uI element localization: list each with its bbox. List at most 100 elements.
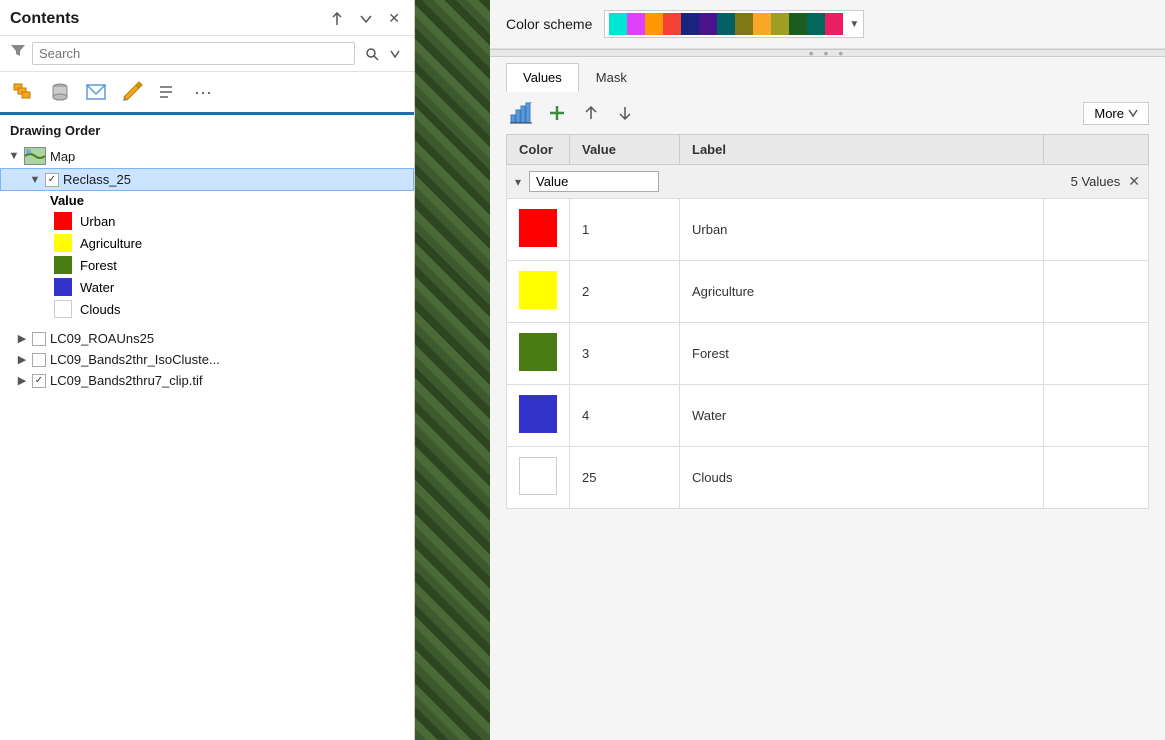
label-cell-3: Forest [680, 323, 1044, 385]
table-row: 2 Agriculture [507, 261, 1149, 323]
swatch-4 [681, 13, 699, 35]
close-filter-btn[interactable]: ✕ [1128, 173, 1140, 190]
divider-bar: • • • [490, 49, 1165, 57]
map-area [415, 0, 490, 740]
more-dots-btn[interactable]: ··· [194, 82, 212, 103]
contents-panel: Contents ✕ [0, 0, 415, 740]
swatch-1 [627, 13, 645, 35]
map-label: Map [50, 149, 75, 164]
legend-color-urban [54, 212, 72, 230]
move-up-icon-btn[interactable] [578, 102, 604, 124]
value-filter-input[interactable] [529, 171, 659, 192]
tree-item-lc09-bands2thru7[interactable]: ▶ ✓ LC09_Bands2thru7_clip.tif [0, 370, 414, 391]
search-bar [0, 36, 414, 72]
tab-mask[interactable]: Mask [579, 63, 644, 92]
extra-cell-2 [1044, 261, 1149, 323]
filter2-icon[interactable] [82, 78, 110, 106]
color-cell-2[interactable] [507, 261, 570, 323]
color-scheme-dropdown-arrow: ▼ [849, 19, 859, 30]
col-extra [1044, 135, 1149, 165]
legend-item-urban: Urban [50, 210, 414, 232]
legend-label-agriculture: Agriculture [80, 236, 142, 251]
color-scheme-bar: Color scheme ▼ [490, 0, 1165, 49]
swatch-9 [771, 13, 789, 35]
legend-label-clouds: Clouds [80, 302, 120, 317]
move-down-icon-btn[interactable] [612, 102, 638, 124]
legend-color-clouds [54, 300, 72, 318]
filter-icon [10, 43, 26, 64]
tree-item-lc09-bands2thr[interactable]: ▶ LC09_Bands2thr_IsoCluste... [0, 349, 414, 370]
search-input[interactable] [32, 42, 355, 65]
table-row: 25 Clouds [507, 447, 1149, 509]
extra-icon[interactable] [154, 78, 182, 106]
table-row: 3 Forest [507, 323, 1149, 385]
database-icon[interactable] [46, 78, 74, 106]
pin-button[interactable] [326, 10, 348, 28]
color-box-3 [519, 333, 557, 371]
label-cell-4: Water [680, 385, 1044, 447]
color-scheme-picker[interactable]: ▼ [604, 10, 864, 38]
legend-item-agriculture: Agriculture [50, 232, 414, 254]
lc09-bands2thr-checkbox[interactable] [32, 353, 46, 367]
color-box-5 [519, 457, 557, 495]
right-panel: Color scheme ▼ • • • Values [490, 0, 1165, 740]
search-icon-btn[interactable] [361, 45, 383, 63]
color-cell-4[interactable] [507, 385, 570, 447]
classify-icon-btn[interactable] [506, 100, 536, 126]
lc09-roauns-checkbox[interactable] [32, 332, 46, 346]
label-cell-1: Urban [680, 199, 1044, 261]
color-cell-5[interactable] [507, 447, 570, 509]
color-box-4 [519, 395, 557, 433]
extra-cell-4 [1044, 385, 1149, 447]
swatch-6 [717, 13, 735, 35]
color-box-2 [519, 271, 557, 309]
legend-group: Value Urban Agriculture Forest Water Clo… [0, 191, 414, 320]
swatch-0 [609, 13, 627, 35]
swatch-5 [699, 13, 717, 35]
search-buttons [361, 45, 404, 63]
label-cell-2: Agriculture [680, 261, 1044, 323]
add-icon-btn[interactable] [544, 102, 570, 124]
lc09-bands2thru7-label: LC09_Bands2thru7_clip.tif [50, 373, 203, 388]
extra-cell-1 [1044, 199, 1149, 261]
legend-color-water [54, 278, 72, 296]
tabs-row: Values Mask [490, 57, 1165, 92]
color-cell-3[interactable] [507, 323, 570, 385]
label-cell-5: Clouds [680, 447, 1044, 509]
legend-color-agriculture [54, 234, 72, 252]
map-background [415, 0, 490, 740]
lc09-bands2thr-label: LC09_Bands2thr_IsoCluste... [50, 352, 220, 367]
color-box-1 [519, 209, 557, 247]
lc09-bands2thru7-arrow: ▶ [16, 374, 28, 387]
legend-item-water: Water [50, 276, 414, 298]
color-cell-1[interactable] [507, 199, 570, 261]
value-cell-4: 4 [570, 385, 680, 447]
more-button[interactable]: More [1083, 102, 1149, 125]
lc09-roauns-arrow: ▶ [16, 332, 28, 345]
search-dropdown-btn[interactable] [386, 48, 404, 60]
swatch-2 [645, 13, 663, 35]
col-color: Color [507, 135, 570, 165]
lc09-bands2thru7-checkbox[interactable]: ✓ [32, 374, 46, 388]
edit-icon[interactable] [118, 78, 146, 106]
legend-label-urban: Urban [80, 214, 115, 229]
value-cell-5: 25 [570, 447, 680, 509]
contents-title: Contents [10, 10, 79, 28]
col-value: Value [570, 135, 680, 165]
color-swatch-strip [609, 13, 843, 35]
contents-toolbar: ··· [0, 72, 414, 115]
drawing-order-icon[interactable] [10, 78, 38, 106]
value-cell-2: 2 [570, 261, 680, 323]
tab-values[interactable]: Values [506, 63, 579, 92]
col-label: Label [680, 135, 1044, 165]
lc09-roauns-label: LC09_ROAUns25 [50, 331, 154, 346]
legend-item-forest: Forest [50, 254, 414, 276]
tree-item-lc09-roauns[interactable]: ▶ LC09_ROAUns25 [0, 328, 414, 349]
reclass-checkbox[interactable]: ✓ [45, 173, 59, 187]
swatch-11 [807, 13, 825, 35]
tree-item-map[interactable]: ▼ Map [0, 144, 414, 168]
contents-header: Contents ✕ [0, 0, 414, 36]
tree-item-reclass[interactable]: ▼ ✓ Reclass_25 [0, 168, 414, 191]
dropdown-button[interactable] [356, 11, 376, 27]
close-button[interactable]: ✕ [384, 8, 404, 29]
